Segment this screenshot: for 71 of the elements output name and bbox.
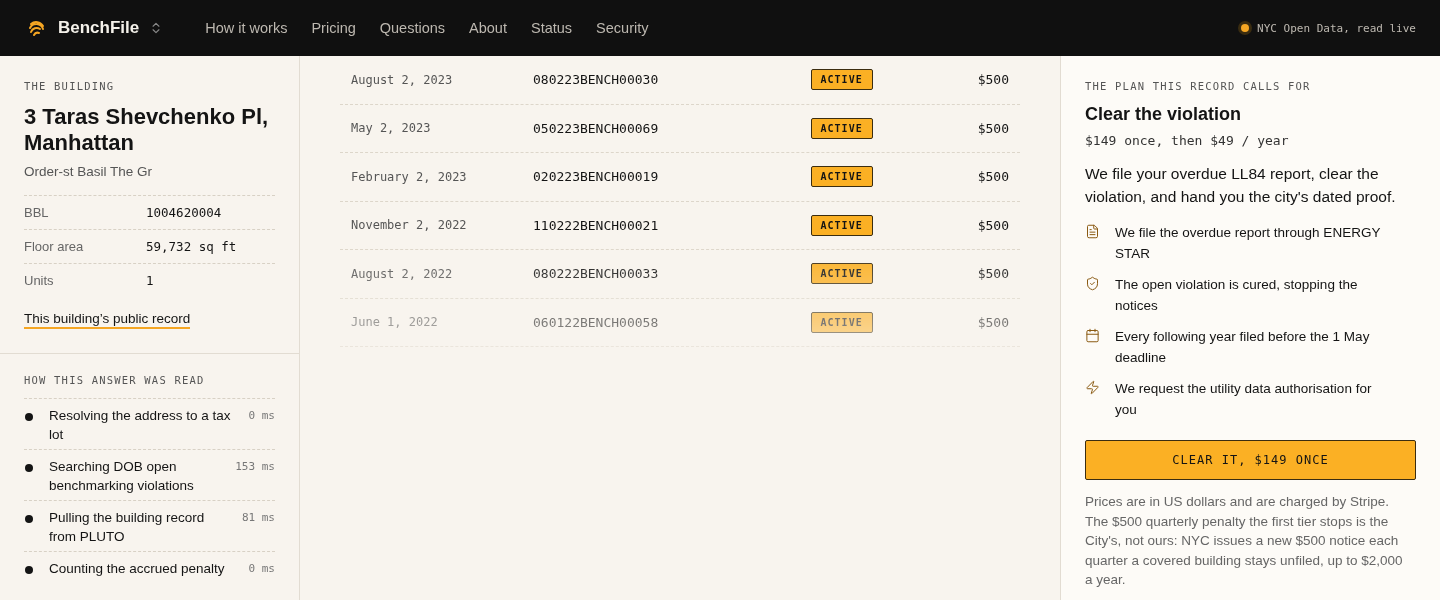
violation-number: 020223BENCH00019 [533,169,660,185]
live-status-dot [1241,24,1250,32]
checkout-button[interactable]: CLEAR IT, $149 ONCE [1085,440,1416,480]
penalty-amount: $500 [977,169,1009,185]
plan-price: $149 once, then $49 / year [1085,133,1290,148]
step-bullet [25,464,33,472]
fact-value: 1004620004 [146,205,222,220]
status-badge: ACTIVE [810,214,873,236]
status-badge: ACTIVE [810,263,873,285]
public-record-link[interactable]: This building’s public record [24,311,191,329]
step-duration: 0 ms [248,561,275,577]
status-badge: ACTIVE [810,311,873,333]
violation-number: 110222BENCH00021 [533,217,660,233]
violation-number: 080222BENCH00033 [533,266,660,282]
step-text: Pulling the building record from PLUTO [49,509,206,546]
building-owner: Order-st Basil The Gr [24,164,154,179]
step-text: Searching DOB open benchmarking violations [49,458,195,495]
fact-label: Floor area [24,239,85,254]
step-text: Resolving the address to a tax lot [49,407,232,444]
feature-text: We request the utility data authorisation for you [1115,380,1373,419]
brand-name[interactable]: BenchFile [58,18,140,38]
building-address: 3 Taras Shevchenko Pl, Manhattan [24,104,270,156]
step-duration: 81 ms [241,510,275,526]
violation-number: 060122BENCH00058 [533,314,660,330]
lightning-icon [1085,380,1100,395]
violation-date: June 1, 2022 [351,315,439,330]
plan-title: Clear the violation [1085,104,1243,125]
nav-link[interactable]: How it works [205,20,288,36]
logo-icon [28,19,46,37]
feature-text: Every following year filed before the 1 May deadline [1115,328,1371,367]
penalty-amount: $500 [977,266,1009,282]
step-bullet [25,413,33,421]
nav-link[interactable]: Questions [379,20,446,36]
nav-link[interactable]: Status [530,20,573,36]
pricing-note: Prices are in US dollars and are charged by Stripe. The $500 quarterly penalty the first tier stops is the City's, not ours: NYC issues a new $500 notice each quarter a covered building stays unfiled, up to $2,000 a year. [1085,493,1403,589]
step-bullet [25,566,33,574]
fact-value: 59,732 sq ft [146,239,237,254]
feature-text: The open violation is cured, stopping the notices [1115,276,1359,315]
section-eyebrow: THE PLAN THIS RECORD CALLS FOR [1085,80,1312,92]
nav-link[interactable]: Pricing [311,20,356,36]
step-duration: 0 ms [248,408,275,424]
fact-value: 1 [146,273,154,288]
violation-number: 080223BENCH00030 [533,72,660,88]
section-eyebrow: HOW THIS ANSWER WAS READ [24,374,206,386]
nav-link[interactable]: About [469,20,507,36]
nav-link[interactable]: Security [596,20,649,36]
penalty-amount: $500 [977,120,1009,136]
fact-label: BBL [24,205,50,220]
violation-date: November 2, 2022 [351,218,468,233]
step-text: Counting the accrued penalty [49,560,226,578]
data-source-status: NYC Open Data, read live [1257,21,1416,35]
shield-check-icon [1085,276,1100,291]
status-badge: ACTIVE [810,166,873,188]
step-duration: 153 ms [235,459,275,475]
violation-date: August 2, 2023 [351,72,454,87]
section-eyebrow: THE BUILDING [24,80,116,92]
step-bullet [25,515,33,523]
plan-summary: We file your overdue LL84 report, clear the violation, and hand you the city's dated proof. [1085,164,1397,207]
status-badge: ACTIVE [810,117,873,139]
penalty-amount: $500 [977,72,1009,88]
violation-date: February 2, 2023 [351,169,468,184]
calendar-icon [1085,328,1100,343]
fact-label: Units [24,273,55,288]
penalty-amount: $500 [977,314,1009,330]
violation-date: May 2, 2023 [351,121,432,136]
document-icon [1085,224,1100,239]
violation-date: August 2, 2022 [351,266,454,281]
penalty-amount: $500 [977,217,1009,233]
feature-text: We file the overdue report through ENERGY STAR [1115,224,1382,263]
violation-number: 050223BENCH00069 [533,120,660,136]
status-badge: ACTIVE [810,69,873,91]
